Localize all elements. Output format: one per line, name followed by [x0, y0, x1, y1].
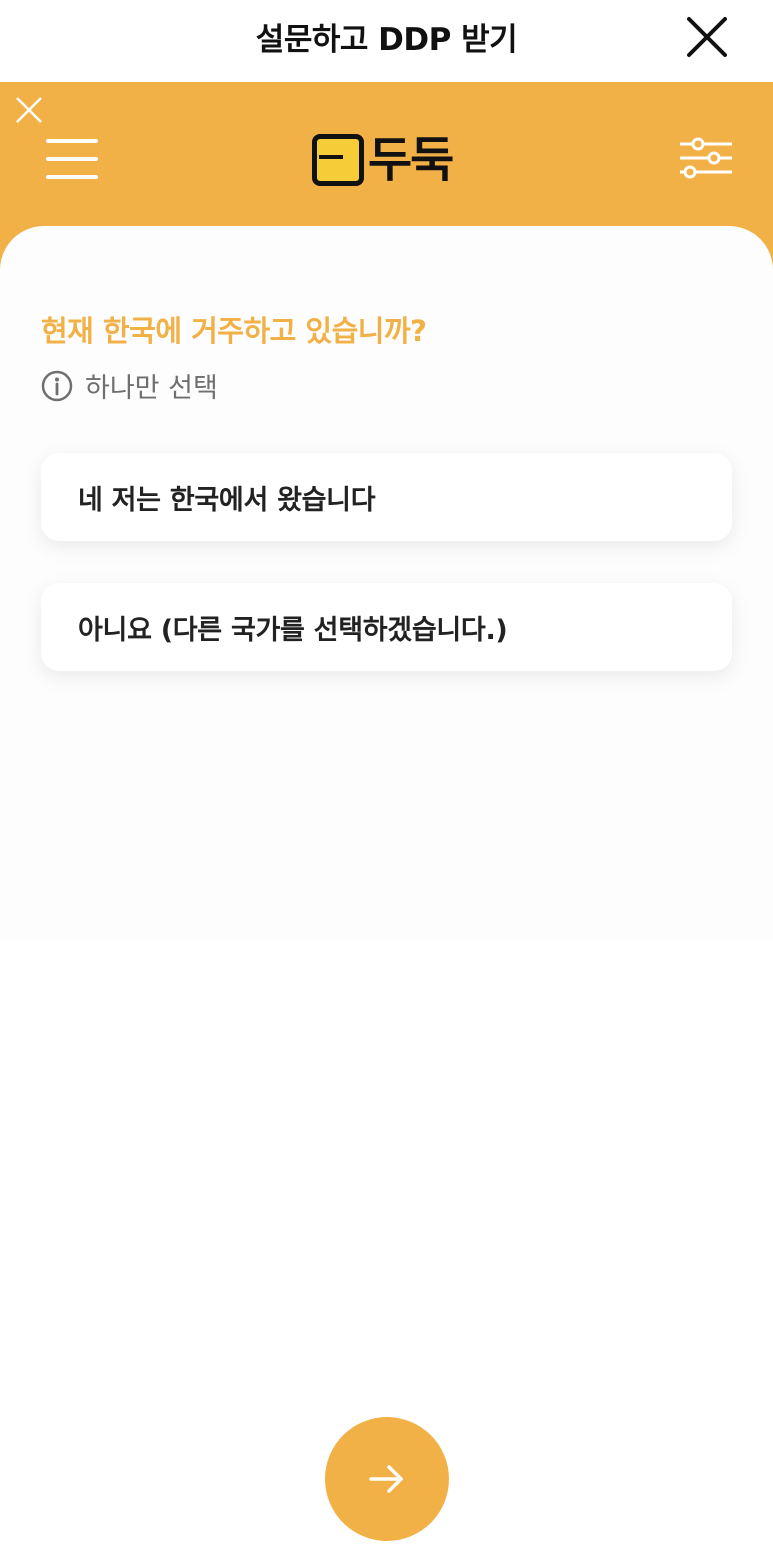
- app-logo: 두둑: [312, 130, 472, 190]
- info-icon: [41, 370, 73, 401]
- option-label: 네 저는 한국에서 왔습니다: [78, 484, 376, 516]
- close-button[interactable]: [682, 14, 732, 60]
- filter-button[interactable]: [676, 134, 736, 182]
- arrow-right-icon: [369, 1465, 403, 1493]
- page-title: 설문하고 DDP 받기: [255, 22, 518, 58]
- next-button[interactable]: [325, 1417, 449, 1541]
- top-bar: 설문하고 DDP 받기: [0, 0, 773, 82]
- hamburger-menu-icon-line: [46, 175, 98, 179]
- option-label: 아니요 (다른 국가를 선택하겠습니다.): [78, 614, 508, 646]
- hamburger-menu-button[interactable]: [40, 133, 104, 185]
- logo-box-icon: [312, 134, 364, 186]
- sliders-icon: [680, 137, 732, 179]
- logo-text: 두둑: [368, 132, 454, 188]
- hamburger-menu-icon: [46, 139, 98, 143]
- dismiss-button[interactable]: [14, 95, 44, 125]
- question-title: 현재 한국에 거주하고 있습니까?: [41, 314, 427, 348]
- option-no-other-country[interactable]: 아니요 (다른 국가를 선택하겠습니다.): [41, 583, 732, 671]
- close-icon: [687, 17, 727, 57]
- close-icon: [16, 97, 42, 123]
- option-yes-korea[interactable]: 네 저는 한국에서 왔습니다: [41, 453, 732, 541]
- hint-label: 하나만 선택: [85, 373, 218, 404]
- selection-hint: 하나만 선택: [41, 366, 218, 405]
- hamburger-menu-icon-line: [46, 157, 98, 161]
